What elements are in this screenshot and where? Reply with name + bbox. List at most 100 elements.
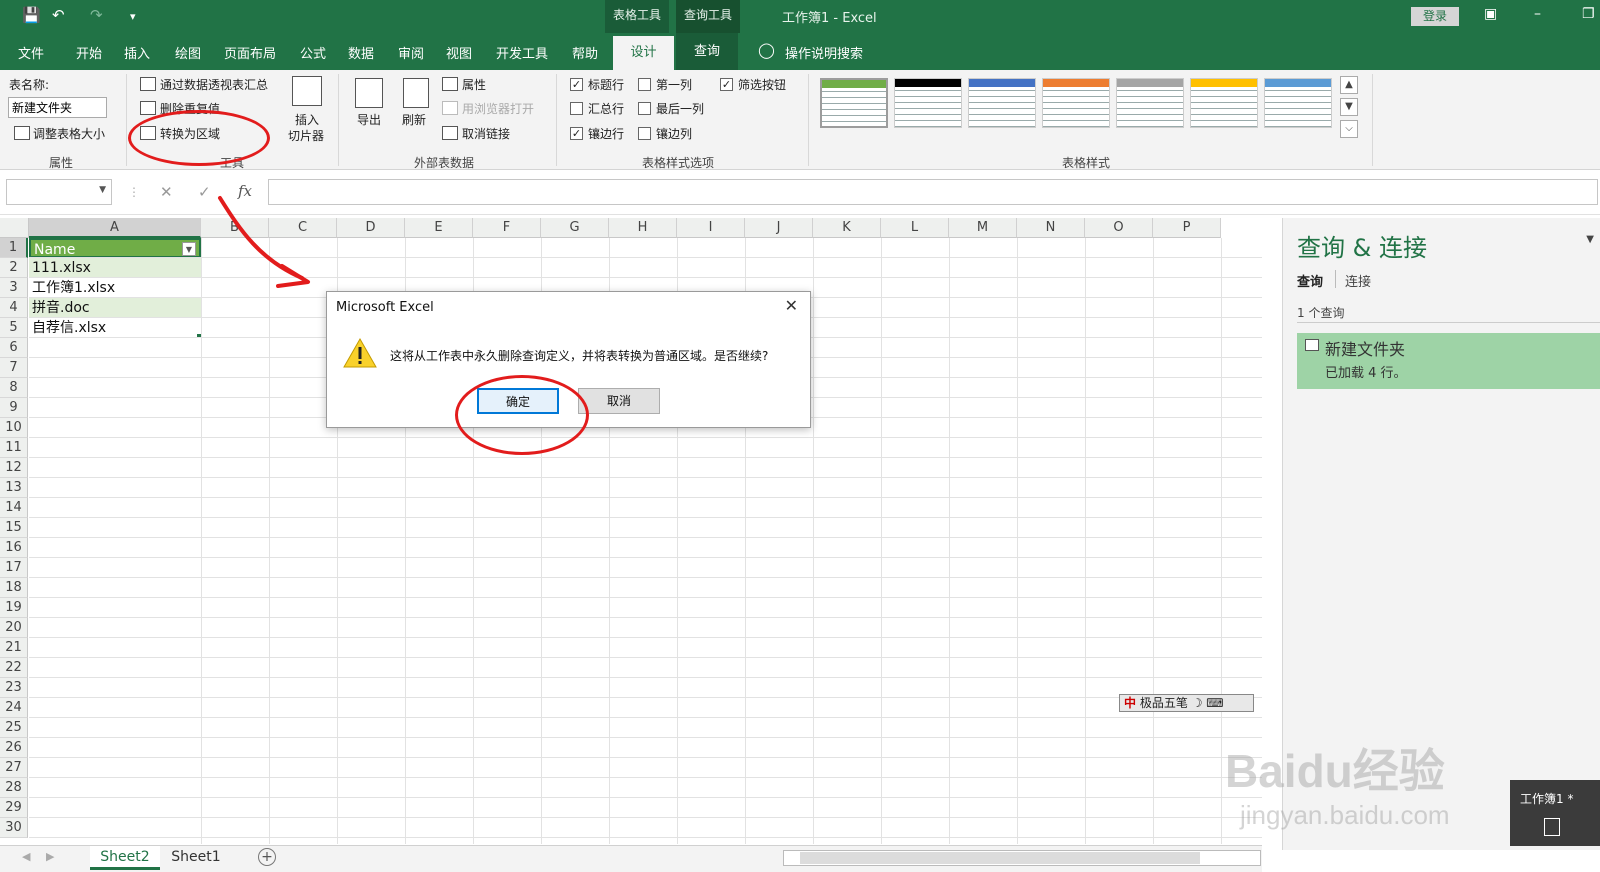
table-style-swatch[interactable]	[1264, 78, 1332, 128]
tab-queries[interactable]: 查询	[1297, 271, 1323, 290]
table-style-swatch[interactable]	[1116, 78, 1184, 128]
row-header[interactable]: 22	[0, 658, 28, 678]
row-header[interactable]: 11	[0, 438, 28, 458]
name-box[interactable]: ▼	[6, 179, 112, 205]
row-header[interactable]: 3	[0, 278, 28, 298]
row-header[interactable]: 20	[0, 618, 28, 638]
row-header[interactable]: 27	[0, 758, 28, 778]
minimize-icon[interactable]: –	[1534, 6, 1541, 22]
banded-rows-checkbox[interactable]: ✓	[570, 127, 583, 140]
column-header[interactable]: I	[677, 218, 745, 238]
tab-design[interactable]: 设计	[613, 36, 674, 70]
table-style-swatch[interactable]	[1190, 78, 1258, 128]
column-header[interactable]: E	[405, 218, 473, 238]
tab-review[interactable]: 审阅	[398, 43, 424, 62]
resize-table-button[interactable]: 调整表格大小	[33, 125, 105, 142]
total-row-checkbox[interactable]	[570, 102, 583, 115]
table-header-cell[interactable]: Name ▼	[29, 238, 201, 258]
row-header[interactable]: 18	[0, 578, 28, 598]
tell-me-search[interactable]: 操作说明搜索	[785, 43, 863, 62]
cancel-icon[interactable]: ✕	[160, 183, 173, 201]
query-item[interactable]: 新建文件夹 已加载 4 行。	[1297, 333, 1600, 389]
tab-help[interactable]: 帮助	[572, 43, 598, 62]
row-header[interactable]: 23	[0, 678, 28, 698]
redo-icon[interactable]: ↷	[90, 6, 103, 24]
add-sheet-icon[interactable]: +	[258, 848, 276, 866]
cancel-button[interactable]: 取消	[578, 388, 660, 414]
first-column-checkbox[interactable]	[638, 78, 651, 91]
undo-icon[interactable]: ↶	[52, 6, 65, 24]
ribbon-display-icon[interactable]: ▣	[1484, 6, 1497, 22]
row-header[interactable]: 29	[0, 798, 28, 818]
column-header[interactable]: D	[337, 218, 405, 238]
gallery-more-icon[interactable]: ⌵	[1340, 120, 1358, 138]
namebox-dropdown-icon[interactable]: ▼	[99, 185, 106, 195]
tab-file[interactable]: 文件	[18, 43, 44, 62]
select-all-corner[interactable]	[0, 218, 29, 238]
row-header[interactable]: 1	[0, 238, 28, 258]
banded-columns-checkbox[interactable]	[638, 127, 651, 140]
last-column-checkbox[interactable]	[638, 102, 651, 115]
column-header[interactable]: H	[609, 218, 677, 238]
sheet-tab-active[interactable]: Sheet2	[90, 846, 160, 870]
column-header[interactable]: K	[813, 218, 881, 238]
filter-button-checkbox[interactable]: ✓	[720, 78, 733, 91]
properties-button[interactable]: 属性	[462, 76, 486, 93]
table-style-swatch[interactable]	[968, 78, 1036, 128]
sheet-tab[interactable]: Sheet1	[162, 846, 230, 870]
gallery-up-icon[interactable]: ▲	[1340, 76, 1358, 94]
tab-insert[interactable]: 插入	[124, 43, 150, 62]
unlink-button[interactable]: 取消链接	[462, 125, 510, 142]
tab-page-layout[interactable]: 页面布局	[224, 43, 276, 62]
column-header[interactable]: N	[1017, 218, 1085, 238]
enter-icon[interactable]: ✓	[198, 183, 211, 201]
summarize-pivot-button[interactable]: 通过数据透视表汇总	[160, 76, 268, 93]
save-icon[interactable]: 💾	[22, 6, 41, 24]
tab-draw[interactable]: 绘图	[175, 43, 201, 62]
row-header[interactable]: 28	[0, 778, 28, 798]
tab-query[interactable]: 查询	[676, 33, 738, 70]
header-row-checkbox[interactable]: ✓	[570, 78, 583, 91]
row-header[interactable]: 4	[0, 298, 28, 318]
column-header[interactable]: F	[473, 218, 541, 238]
row-header[interactable]: 24	[0, 698, 28, 718]
row-header[interactable]: 16	[0, 538, 28, 558]
tab-developer[interactable]: 开发工具	[496, 43, 548, 62]
insert-slicer-label-2[interactable]: 切片器	[288, 127, 324, 144]
column-header[interactable]: O	[1085, 218, 1153, 238]
row-header[interactable]: 19	[0, 598, 28, 618]
gallery-down-icon[interactable]: ▼	[1340, 98, 1358, 116]
row-header[interactable]: 13	[0, 478, 28, 498]
tab-connections[interactable]: 连接	[1345, 271, 1371, 290]
row-header[interactable]: 21	[0, 638, 28, 658]
column-header[interactable]: L	[881, 218, 949, 238]
row-header[interactable]: 10	[0, 418, 28, 438]
row-header[interactable]: 30	[0, 818, 28, 838]
tab-data[interactable]: 数据	[348, 43, 374, 62]
filter-dropdown-icon[interactable]: ▼	[182, 242, 196, 256]
sheet-prev-icon[interactable]: ◀	[22, 850, 30, 863]
customize-qat-icon[interactable]: ▾	[130, 10, 136, 23]
table-row[interactable]: 拼音.doc	[29, 298, 201, 318]
column-header[interactable]: J	[745, 218, 813, 238]
table-style-swatch[interactable]	[1042, 78, 1110, 128]
row-header[interactable]: 8	[0, 378, 28, 398]
workbook-popup[interactable]: 工作簿1 *	[1510, 780, 1600, 846]
tab-formulas[interactable]: 公式	[300, 43, 326, 62]
formula-input[interactable]	[268, 179, 1598, 205]
table-style-swatch[interactable]	[820, 78, 888, 128]
column-header[interactable]: P	[1153, 218, 1221, 238]
close-icon[interactable]: ✕	[785, 296, 798, 315]
scroll-thumb[interactable]	[800, 852, 1200, 864]
row-header[interactable]: 2	[0, 258, 28, 278]
login-button[interactable]: 登录	[1411, 7, 1459, 26]
ime-toolbar[interactable]: 中 极品五笔 ☽ ⌨	[1119, 694, 1254, 712]
table-row[interactable]: 111.xlsx	[29, 258, 201, 278]
row-header[interactable]: 14	[0, 498, 28, 518]
row-header[interactable]: 7	[0, 358, 28, 378]
row-header[interactable]: 25	[0, 718, 28, 738]
column-header[interactable]: A	[29, 218, 201, 238]
table-style-swatch[interactable]	[894, 78, 962, 128]
row-header[interactable]: 5	[0, 318, 28, 338]
restore-icon[interactable]: ❐	[1582, 6, 1595, 22]
